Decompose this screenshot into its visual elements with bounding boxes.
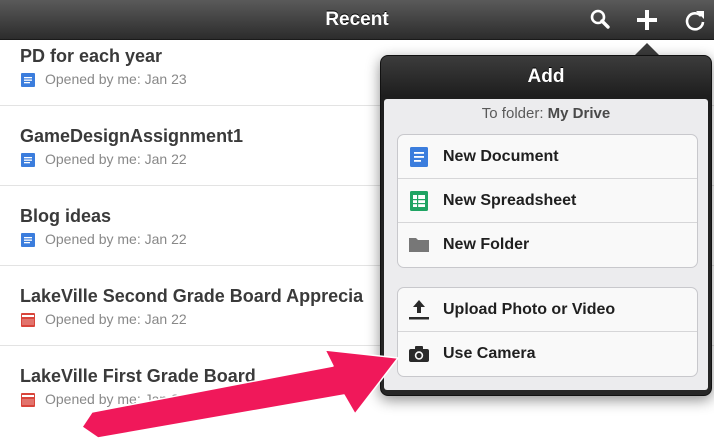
- new-folder-button[interactable]: New Folder: [398, 223, 697, 267]
- upload-photo-button[interactable]: Upload Photo or Video: [398, 288, 697, 332]
- document-icon: [21, 73, 35, 87]
- row-label: Upload Photo or Video: [443, 301, 616, 318]
- document-meta: Opened by me: Jan 22: [45, 311, 187, 327]
- document-title: PD for each year: [20, 46, 163, 66]
- popover-body: To folder: My Drive New Document New Spr…: [384, 99, 708, 390]
- document-title: GameDesignAssignment1: [20, 126, 244, 146]
- add-popover: Add To folder: My Drive New Document New…: [380, 55, 712, 396]
- folder-prefix: To folder:: [481, 105, 544, 122]
- refresh-button[interactable]: [682, 7, 708, 33]
- document-meta: Opened by me: Jan 23: [45, 71, 187, 87]
- row-label: New Document: [443, 148, 559, 165]
- new-document-button[interactable]: New Document: [398, 135, 697, 179]
- upload-icon: [409, 300, 429, 320]
- create-group: New Document New Spreadsheet New Folder: [397, 134, 698, 268]
- document-title: LakeVille Second Grade Board Apprecia: [20, 286, 364, 306]
- search-button[interactable]: [587, 7, 613, 33]
- document-icon: [21, 153, 35, 167]
- spreadsheet-icon: [410, 191, 428, 211]
- row-label: New Folder: [443, 236, 530, 253]
- use-camera-button[interactable]: Use Camera: [398, 332, 697, 376]
- plus-icon: [637, 10, 657, 30]
- search-icon: [590, 9, 610, 29]
- document-meta: Opened by me: Jan 22: [45, 151, 187, 167]
- folder-name: My Drive: [547, 105, 611, 122]
- document-icon: [21, 233, 35, 247]
- video-icon: [21, 393, 35, 407]
- popover-title: Add: [527, 66, 565, 87]
- folder-icon: [409, 238, 429, 252]
- document-meta: Opened by me: Jan 22: [45, 391, 187, 407]
- camera-icon: [409, 346, 429, 362]
- refresh-icon: [685, 11, 705, 31]
- upload-group: Upload Photo or Video Use Camera: [397, 287, 698, 377]
- document-title: Blog ideas: [20, 206, 112, 226]
- row-label: Use Camera: [443, 345, 536, 362]
- top-bar: Recent: [0, 0, 714, 40]
- document-title: LakeVille First Grade Board: [20, 366, 256, 386]
- add-button[interactable]: [634, 7, 660, 33]
- row-label: New Spreadsheet: [443, 192, 577, 209]
- new-spreadsheet-button[interactable]: New Spreadsheet: [398, 179, 697, 223]
- target-folder: To folder: My Drive: [384, 105, 708, 122]
- document-meta: Opened by me: Jan 22: [45, 231, 187, 247]
- video-icon: [21, 313, 35, 327]
- document-icon: [410, 147, 428, 167]
